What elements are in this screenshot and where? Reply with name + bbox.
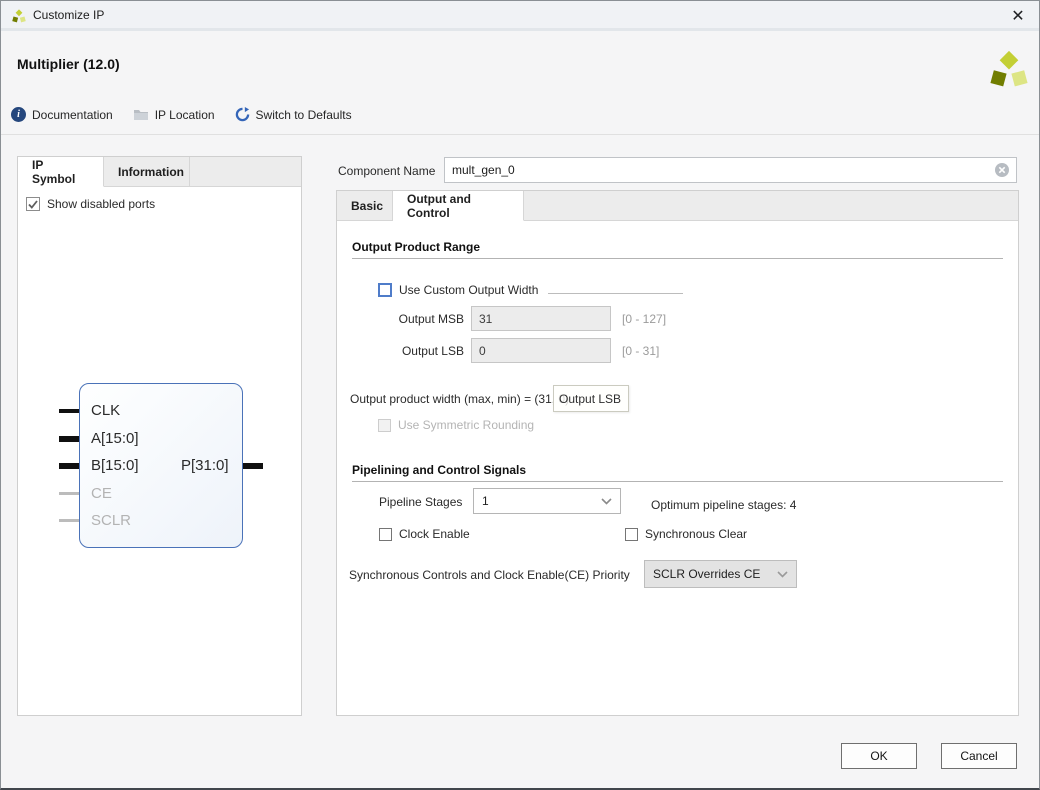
toolbar: i Documentation IP Location Switch to De… xyxy=(11,107,352,122)
left-tabbar: IP Symbol Information xyxy=(18,157,301,187)
tab-information-label: Information xyxy=(118,165,184,179)
customize-ip-dialog: Customize IP ✕ Multiplier (12.0) i Docum… xyxy=(0,0,1040,790)
port-stub-clk xyxy=(59,409,79,413)
chevron-down-icon xyxy=(601,498,612,505)
component-name-input[interactable] xyxy=(445,163,994,177)
section-rule-1 xyxy=(352,258,1003,259)
output-msb-value: 31 xyxy=(479,312,492,326)
tab-ip-symbol[interactable]: IP Symbol xyxy=(18,157,104,187)
output-lsb-range: [0 - 31] xyxy=(622,344,659,358)
port-label-a: A[15:0] xyxy=(91,430,139,447)
show-disabled-ports-label: Show disabled ports xyxy=(47,197,155,211)
folder-icon xyxy=(133,108,149,121)
checkbox-disabled-icon xyxy=(378,419,391,432)
port-label-sclr: SCLR xyxy=(91,512,131,529)
documentation-button[interactable]: i Documentation xyxy=(11,107,113,122)
output-msb-range: [0 - 127] xyxy=(622,312,666,326)
chevron-down-icon xyxy=(777,571,788,578)
tab-information[interactable]: Information xyxy=(104,157,190,187)
optimum-stages-text: Optimum pipeline stages: 4 xyxy=(651,498,796,512)
tab-output-and-control[interactable]: Output and Control xyxy=(393,191,524,221)
tab-ip-symbol-label: IP Symbol xyxy=(32,158,89,186)
tooltip-output-lsb: Output LSB xyxy=(553,385,629,412)
output-lsb-label: Output LSB xyxy=(352,344,464,358)
priority-dropdown: SCLR Overrides CE xyxy=(644,560,797,588)
ip-location-label: IP Location xyxy=(155,108,215,122)
config-panel: Basic Output and Control xyxy=(336,190,1019,716)
port-stub-ce xyxy=(59,492,79,495)
pipeline-stages-label: Pipeline Stages xyxy=(379,495,462,509)
clock-enable-checkbox[interactable]: Clock Enable xyxy=(379,527,470,541)
section-output-product-range: Output Product Range xyxy=(352,240,480,254)
port-label-clk: CLK xyxy=(91,402,120,419)
tab-basic-label: Basic xyxy=(351,199,383,213)
checkbox-unchecked-icon xyxy=(379,528,392,541)
use-symmetric-rounding-label: Use Symmetric Rounding xyxy=(398,418,534,432)
synchronous-clear-checkbox[interactable]: Synchronous Clear xyxy=(625,527,747,541)
tab-basic[interactable]: Basic xyxy=(337,191,393,221)
refresh-icon xyxy=(235,107,250,122)
info-icon: i xyxy=(11,107,26,122)
product-width-text: Output product width (max, min) = (31, 0… xyxy=(350,392,569,406)
port-label-b: B[15:0] xyxy=(91,457,139,474)
group-separator-line xyxy=(548,293,683,294)
close-icon[interactable]: ✕ xyxy=(1005,4,1031,28)
section-rule-2 xyxy=(352,481,1003,482)
output-msb-label: Output MSB xyxy=(352,312,464,326)
component-name-label: Component Name xyxy=(338,164,435,178)
synchronous-clear-label: Synchronous Clear xyxy=(645,527,747,541)
output-lsb-value: 0 xyxy=(479,344,486,358)
xilinx-logo-icon xyxy=(11,8,27,24)
checkbox-checked-icon xyxy=(26,197,40,211)
ip-location-button[interactable]: IP Location xyxy=(133,108,215,122)
output-msb-field: 31 xyxy=(471,306,611,331)
config-tabbar: Basic Output and Control xyxy=(337,191,1018,221)
priority-value: SCLR Overrides CE xyxy=(653,567,760,581)
tab-output-control-label: Output and Control xyxy=(407,192,509,220)
header-divider xyxy=(1,134,1040,135)
checkbox-unchecked-icon xyxy=(378,283,392,297)
checkbox-unchecked-icon xyxy=(625,528,638,541)
clear-input-icon[interactable] xyxy=(994,162,1010,178)
xilinx-logo xyxy=(987,47,1031,91)
use-symmetric-rounding-checkbox: Use Symmetric Rounding xyxy=(378,418,534,432)
output-lsb-field: 0 xyxy=(471,338,611,363)
section-pipelining: Pipelining and Control Signals xyxy=(352,463,526,477)
pipeline-stages-dropdown[interactable]: 1 xyxy=(473,488,621,514)
port-label-p: P[31:0] xyxy=(181,457,229,474)
port-stub-b xyxy=(59,463,79,469)
port-label-ce: CE xyxy=(91,485,112,502)
page-title: Multiplier (12.0) xyxy=(17,56,120,72)
priority-label: Synchronous Controls and Clock Enable(CE… xyxy=(349,568,630,582)
show-disabled-ports-checkbox[interactable]: Show disabled ports xyxy=(26,197,301,211)
clock-enable-label: Clock Enable xyxy=(399,527,470,541)
switch-defaults-label: Switch to Defaults xyxy=(256,108,352,122)
title-bar: Customize IP ✕ xyxy=(1,1,1039,31)
use-custom-output-width-label: Use Custom Output Width xyxy=(399,283,538,297)
use-custom-output-width-checkbox[interactable]: Use Custom Output Width xyxy=(378,283,538,297)
cancel-button[interactable]: Cancel xyxy=(941,743,1017,769)
switch-to-defaults-button[interactable]: Switch to Defaults xyxy=(235,107,352,122)
documentation-label: Documentation xyxy=(32,108,113,122)
port-stub-p xyxy=(243,463,263,469)
component-name-field-wrap xyxy=(444,157,1017,183)
port-stub-sclr xyxy=(59,519,79,522)
pipeline-stages-value: 1 xyxy=(482,494,489,508)
ok-button[interactable]: OK xyxy=(841,743,917,769)
window-title: Customize IP xyxy=(33,8,104,22)
port-stub-a xyxy=(59,436,79,442)
